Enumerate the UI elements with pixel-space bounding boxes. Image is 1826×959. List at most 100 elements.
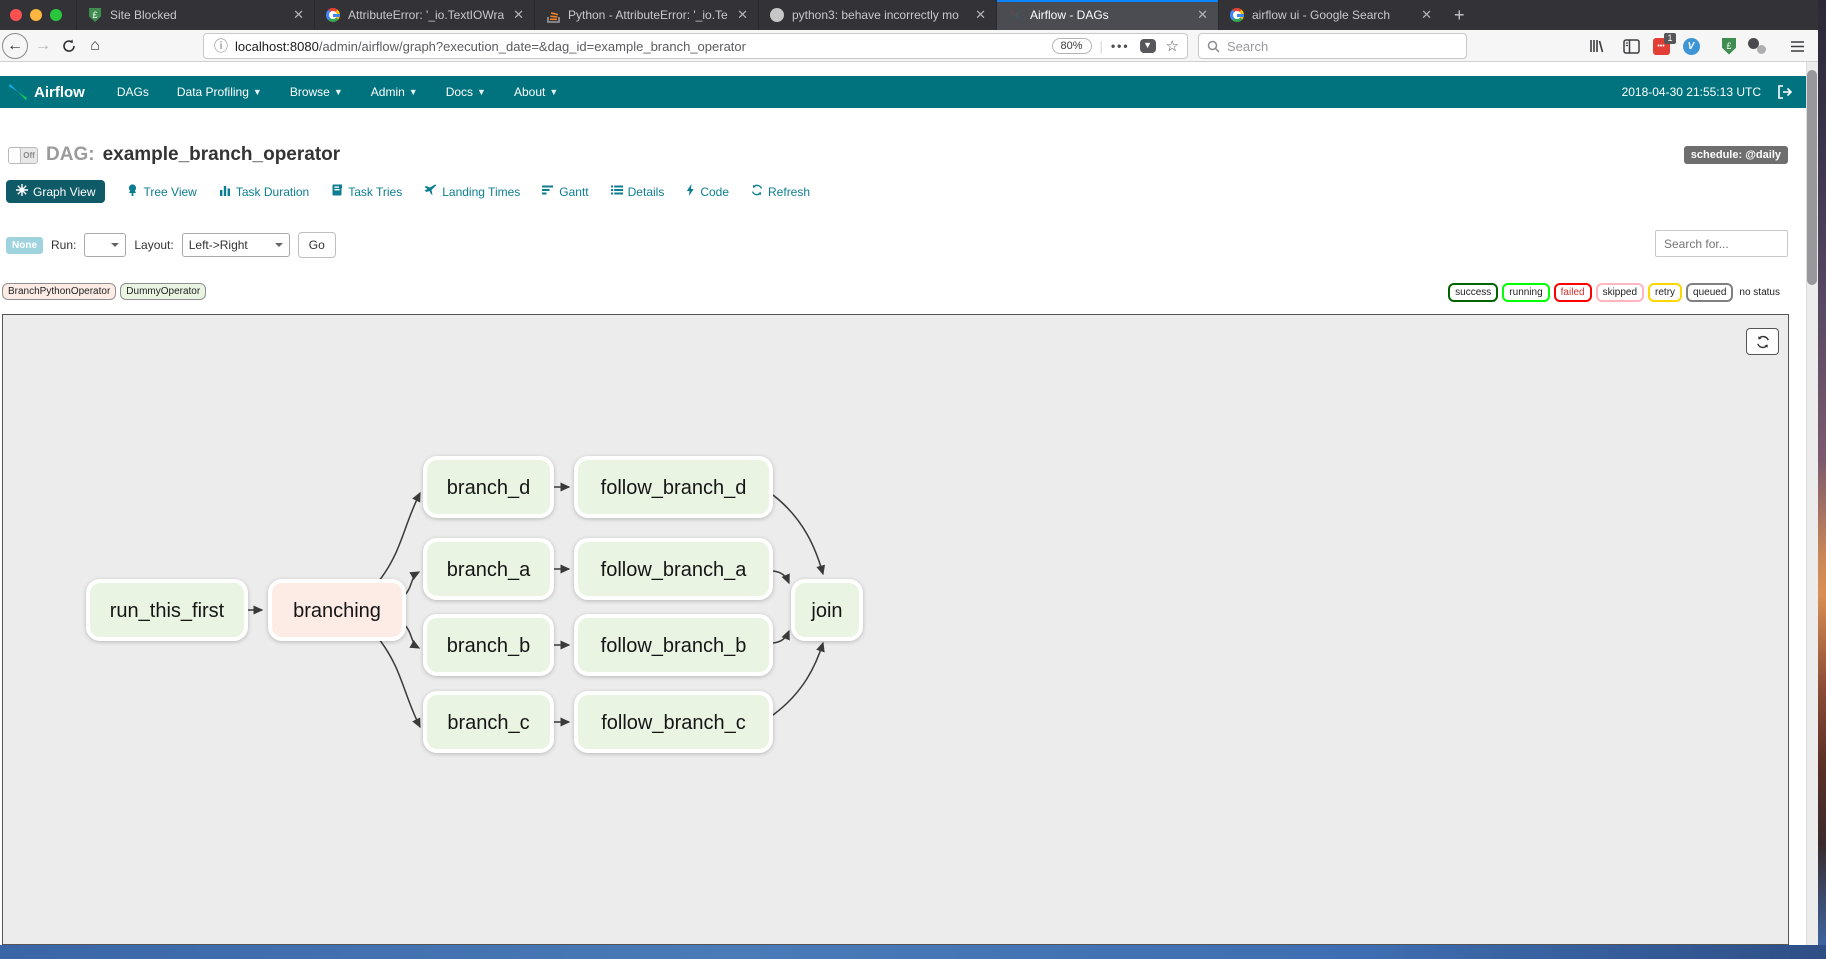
navbar-item-admin[interactable]: Admin▼: [357, 85, 432, 99]
chevron-down-icon: ▼: [253, 87, 262, 97]
dag-edge-follow_branch_b-to-join: [773, 631, 789, 643]
menu-hamburger-icon[interactable]: [1786, 35, 1808, 57]
graph-refresh-button[interactable]: [1746, 328, 1779, 355]
view-tab-landing-times[interactable]: Landing Times: [424, 184, 520, 199]
refresh-icon: [1756, 335, 1770, 349]
view-tab-task-duration[interactable]: Task Duration: [219, 184, 309, 199]
dag-node-label: follow_branch_d: [601, 477, 747, 499]
browser-tab-bar: £Site Blocked✕AttributeError: '_io.TextI…: [0, 0, 1818, 30]
dag-node-branch_a[interactable]: branch_a: [425, 540, 552, 598]
dag-node-run_this_first[interactable]: run_this_first: [88, 581, 246, 639]
page-actions-icon[interactable]: •••: [1111, 39, 1130, 53]
dag-pause-toggle[interactable]: Off: [8, 147, 38, 164]
status-legend-success: success: [1448, 283, 1498, 302]
close-window-button[interactable]: [10, 9, 22, 21]
dag-node-branching[interactable]: branching: [270, 581, 404, 639]
bar-chart-icon: [219, 184, 231, 199]
new-tab-button[interactable]: +: [1442, 0, 1477, 30]
shield-extension-icon[interactable]: £: [1718, 35, 1740, 57]
browser-tab-1[interactable]: £Site Blocked✕: [76, 0, 314, 30]
navbar-item-docs[interactable]: Docs▼: [432, 85, 500, 99]
pocket-icon[interactable]: ▼: [1140, 39, 1156, 53]
browser-window: £Site Blocked✕AttributeError: '_io.TextI…: [0, 0, 1818, 945]
tab-title: AttributeError: '_io.TextIOWrapp: [348, 8, 504, 22]
navbar-item-data-profiling[interactable]: Data Profiling▼: [163, 85, 276, 99]
view-tab-refresh[interactable]: Refresh: [751, 184, 810, 199]
page-scrollbar[interactable]: [1806, 62, 1818, 945]
utc-clock: 2018-04-30 21:55:13 UTC: [1622, 85, 1761, 99]
dag-node-branch_b[interactable]: branch_b: [425, 616, 552, 674]
tab-close-icon[interactable]: ✕: [511, 7, 526, 23]
dag-node-label: branch_a: [447, 559, 531, 581]
go-button[interactable]: Go: [298, 232, 336, 258]
browser-search-bar[interactable]: Search: [1198, 33, 1467, 59]
airflow-logo-icon: [8, 83, 28, 101]
tab-close-icon[interactable]: ✕: [735, 7, 750, 23]
dag-graph-canvas[interactable]: run_this_first branching branch_d branch_ab…: [2, 314, 1789, 945]
layout-label: Layout:: [134, 238, 173, 252]
library-icon[interactable]: [1586, 35, 1608, 57]
tab-close-icon[interactable]: ✕: [1419, 7, 1434, 23]
reload-button[interactable]: [56, 33, 82, 59]
browser-tab-4[interactable]: python3: behave incorrectly mo ✕: [758, 0, 996, 30]
dag-edge-branching-to-branch_b: [404, 624, 419, 648]
tab-close-icon[interactable]: ✕: [291, 7, 306, 23]
status-legend-skipped: skipped: [1596, 283, 1644, 302]
airflow-brand[interactable]: Airflow: [8, 83, 85, 101]
spheres-extension-icon[interactable]: [1746, 35, 1768, 57]
dag-node-follow_branch_a[interactable]: follow_branch_a: [576, 540, 771, 598]
site-info-icon[interactable]: ⓘ: [214, 36, 228, 56]
back-button[interactable]: ←: [2, 33, 28, 59]
browser-tab-2[interactable]: AttributeError: '_io.TextIOWrapp ✕: [314, 0, 534, 30]
view-tab-graph-view[interactable]: Graph View: [6, 180, 105, 203]
scrollbar-thumb[interactable]: [1807, 70, 1817, 285]
url-bar[interactable]: ⓘ localhost:8080 /admin/airflow/graph?ex…: [203, 33, 1188, 59]
browser-tab-3[interactable]: Python - AttributeError: '_io.Te✕: [534, 0, 758, 30]
tries-icon: [331, 184, 343, 199]
dag-edge-branching-to-branch_d: [379, 493, 420, 581]
task-search-input[interactable]: [1655, 230, 1788, 257]
home-button[interactable]: ⌂: [82, 33, 108, 59]
dag-node-branch_d[interactable]: branch_d: [425, 458, 552, 516]
window-controls: [0, 0, 76, 30]
adblock-extension-icon[interactable]: •••1: [1650, 35, 1672, 57]
view-tab-gantt[interactable]: Gantt: [542, 184, 588, 199]
navbar-item-about[interactable]: About▼: [500, 85, 572, 99]
dag-title-prefix: DAG:: [46, 144, 95, 166]
zoom-window-button[interactable]: [50, 9, 62, 21]
sidebar-icon[interactable]: [1620, 35, 1642, 57]
dag-node-follow_branch_b[interactable]: follow_branch_b: [576, 616, 771, 674]
run-select[interactable]: [84, 233, 126, 257]
bookmark-star-icon[interactable]: ☆: [1166, 37, 1179, 55]
tree-icon: [127, 184, 138, 199]
github-icon: [769, 7, 785, 23]
navbar-item-dags[interactable]: DAGs: [103, 85, 163, 99]
forward-button[interactable]: →: [30, 33, 56, 59]
dag-edge-branching-to-branch_a: [404, 572, 419, 596]
toggle-off-label: Off: [21, 151, 37, 160]
view-tab-task-tries[interactable]: Task Tries: [331, 184, 402, 199]
dag-node-branch_c[interactable]: branch_c: [425, 693, 552, 751]
minimize-window-button[interactable]: [30, 9, 42, 21]
tab-title: python3: behave incorrectly mo: [792, 8, 966, 22]
dag-node-label: branching: [293, 600, 381, 622]
navbar-item-browse[interactable]: Browse▼: [276, 85, 357, 99]
browser-tab-5[interactable]: Airflow - DAGs✕: [996, 0, 1218, 30]
dag-node-follow_branch_c[interactable]: follow_branch_c: [576, 693, 771, 751]
blue-extension-icon[interactable]: V: [1680, 35, 1702, 57]
view-tab-code[interactable]: Code: [686, 184, 729, 199]
logout-icon[interactable]: [1777, 85, 1792, 99]
tab-close-icon[interactable]: ✕: [1195, 7, 1210, 23]
dag-node-join[interactable]: join: [793, 581, 861, 639]
list-icon: [611, 184, 623, 199]
browser-tab-6[interactable]: airflow ui - Google Search✕: [1218, 0, 1442, 30]
layout-select[interactable]: Left->Right: [182, 233, 290, 257]
dag-node-follow_branch_d[interactable]: follow_branch_d: [576, 458, 771, 516]
zoom-level-badge[interactable]: 80%: [1052, 38, 1092, 54]
view-tab-details[interactable]: Details: [611, 184, 665, 199]
stackoverflow-icon: [545, 7, 561, 23]
chevron-down-icon: ▼: [477, 87, 486, 97]
tab-close-icon[interactable]: ✕: [973, 7, 988, 23]
dag-node-label: follow_branch_a: [601, 559, 748, 581]
view-tab-tree-view[interactable]: Tree View: [127, 184, 196, 199]
